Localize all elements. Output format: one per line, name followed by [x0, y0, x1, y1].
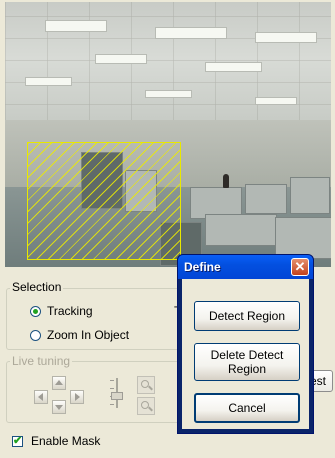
ceiling-light: [205, 62, 262, 72]
delete-detect-region-button[interactable]: Delete Detect Region: [194, 343, 300, 381]
camera-video-feed[interactable]: [5, 2, 331, 267]
detect-region-button[interactable]: Detect Region: [194, 301, 300, 331]
arrow-down-icon: [55, 405, 63, 410]
mask-region-overlay[interactable]: [27, 142, 181, 260]
pan-right-button[interactable]: [70, 390, 84, 404]
ceiling-light: [45, 20, 107, 32]
office-cubicle: [245, 184, 287, 214]
pan-left-button[interactable]: [34, 390, 48, 404]
zoom-slider-thumb[interactable]: [111, 392, 123, 400]
office-cubicle: [275, 217, 331, 259]
zoom-in-button[interactable]: [137, 376, 155, 394]
tracking-radio-option[interactable]: Tracking: [30, 304, 93, 318]
person-figure: [223, 174, 229, 188]
tracking-panel: Selection Tracking T Zoom In Object Live…: [0, 0, 335, 458]
ceiling-light: [145, 90, 192, 98]
ceiling-light: [25, 77, 72, 86]
cancel-button[interactable]: Cancel: [194, 393, 300, 423]
office-cubicle: [290, 177, 330, 214]
ceiling-light: [155, 27, 227, 39]
selection-group-label: Selection: [10, 280, 64, 294]
arrow-right-icon: [75, 393, 80, 401]
tracking-label: Tracking: [47, 304, 93, 318]
define-dialog: Define ✕ Detect Region Delete Detect Reg…: [177, 254, 314, 434]
dialog-body: Detect Region Delete Detect Region Cance…: [182, 279, 309, 429]
close-icon: ✕: [294, 259, 306, 274]
office-cubicle: [205, 214, 277, 246]
enable-mask-checkbox[interactable]: ✔: [12, 435, 23, 447]
arrow-left-icon: [38, 393, 43, 401]
ceiling-light: [95, 54, 147, 64]
enable-mask-label: Enable Mask: [31, 434, 101, 448]
ceiling-light: [255, 97, 297, 105]
zoom-radio-option[interactable]: Zoom In Object: [30, 328, 129, 342]
zoom-in-object-label: Zoom In Object: [47, 328, 130, 342]
dialog-titlebar[interactable]: Define ✕: [178, 255, 313, 279]
tracking-radio[interactable]: [30, 305, 41, 317]
pan-up-button[interactable]: [52, 376, 66, 390]
dialog-title: Define: [184, 260, 221, 274]
ceiling-light: [255, 32, 317, 43]
zoom-out-button[interactable]: [137, 397, 155, 415]
close-button[interactable]: ✕: [291, 258, 309, 276]
zoom-in-object-radio[interactable]: [30, 329, 41, 341]
pan-down-button[interactable]: [52, 400, 66, 414]
live-tuning-group-label: Live tuning: [10, 354, 73, 368]
arrow-up-icon: [55, 380, 63, 385]
checkmark-icon: ✔: [13, 435, 23, 447]
